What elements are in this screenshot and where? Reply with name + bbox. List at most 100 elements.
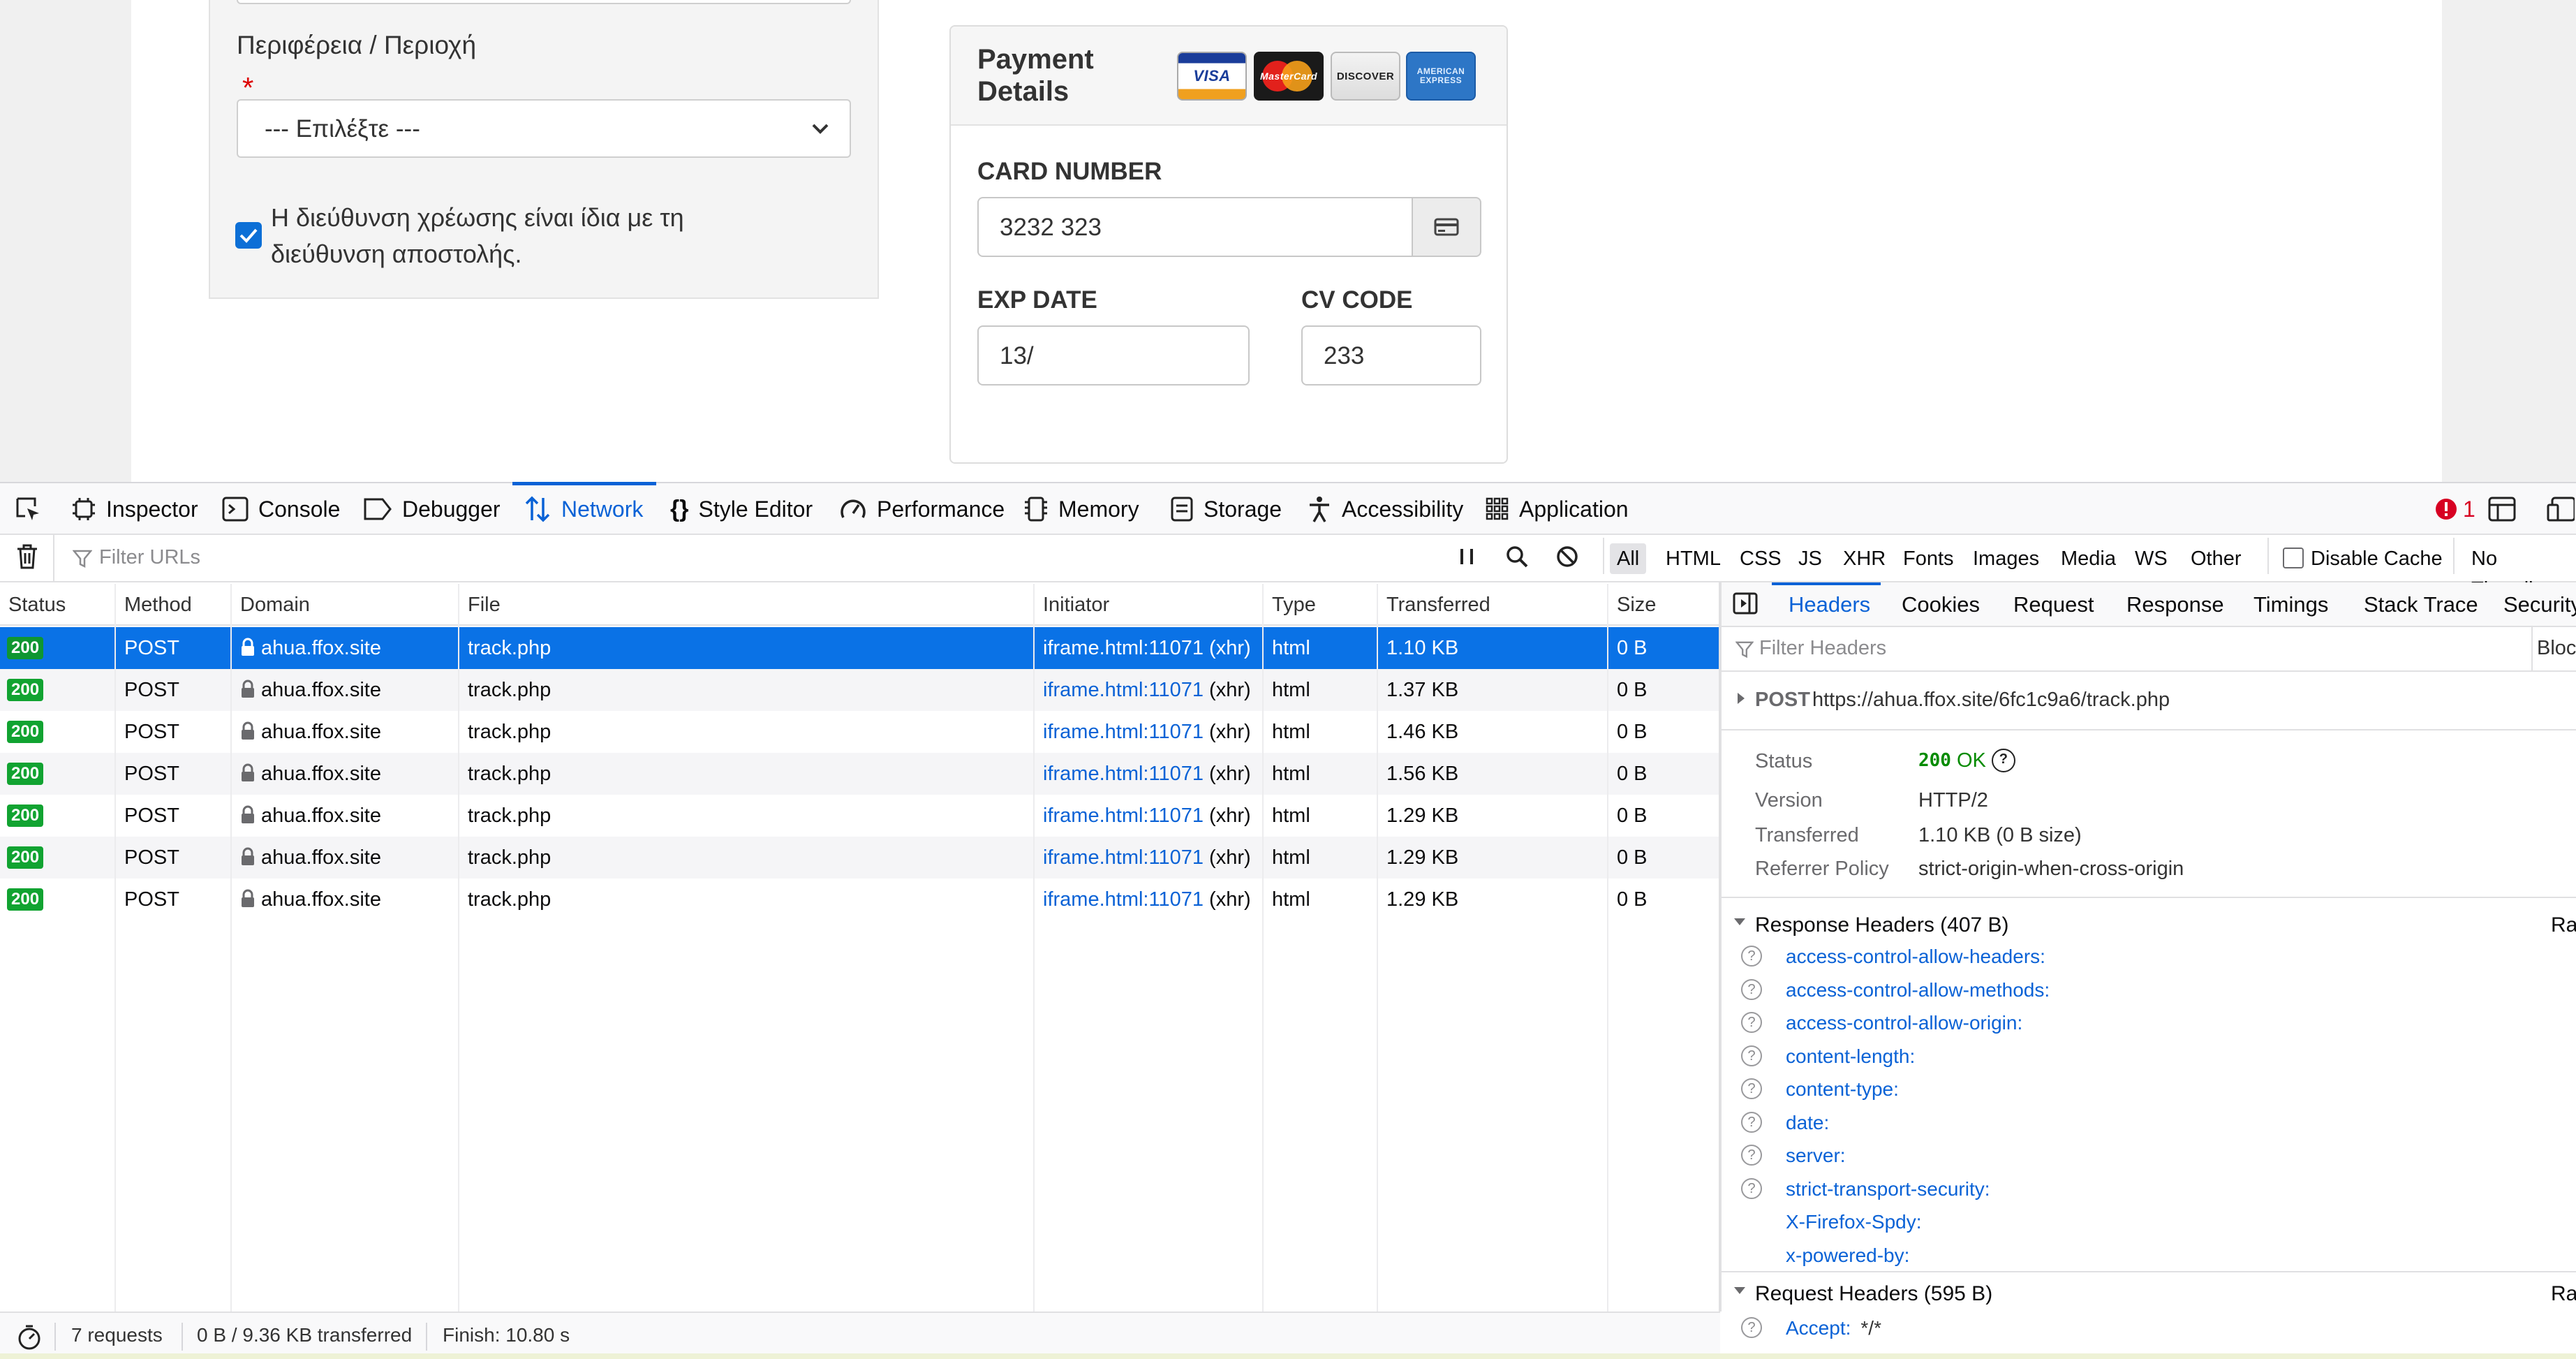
tab-performance[interactable]: Performance [839, 483, 1005, 535]
tab-console[interactable]: Console [222, 483, 340, 535]
col-file[interactable]: File [468, 594, 501, 617]
request-row[interactable]: 200 POST ahua.ffox.site track.php iframe.htm… [0, 837, 1720, 879]
tab-memory[interactable]: Memory [1023, 483, 1139, 535]
filter-type-media[interactable]: Media [2054, 543, 2123, 574]
response-header-row[interactable]: ? access-control-allow-methods: [1722, 975, 2576, 1007]
header-help-icon[interactable]: ? [1741, 1145, 1762, 1166]
col-domain[interactable]: Domain [240, 594, 310, 617]
filter-type-xhr[interactable]: XHR [1836, 543, 1893, 574]
response-header-row[interactable]: x-powered-by: [1722, 1240, 2576, 1272]
response-headers-section-toggle[interactable]: Response Headers (407 B) Rav [1730, 908, 2576, 943]
exp-date-input[interactable]: 13/ [977, 325, 1250, 385]
pause-button[interactable] [1456, 545, 1477, 572]
column-divider[interactable] [1607, 584, 1608, 1312]
error-counter[interactable]: 1 [2435, 483, 2475, 535]
request-row[interactable]: 200 POST ahua.ffox.site track.php iframe.htm… [0, 795, 1720, 837]
card-number-input[interactable]: 3232 323 [977, 197, 1413, 257]
previous-input-field[interactable] [237, 0, 851, 4]
filter-headers-input[interactable]: Filter Headers Block [1722, 627, 2576, 672]
initiator-cell[interactable]: iframe.html:11071 (xhr) [1043, 805, 1251, 828]
details-tab-timings[interactable]: Timings [2253, 592, 2328, 617]
search-button[interactable] [1505, 545, 1529, 572]
tab-style-editor[interactable]: {} Style Editor [670, 483, 813, 535]
header-help-icon[interactable]: ? [1741, 1317, 1762, 1338]
cv-code-input[interactable]: 233 [1301, 325, 1481, 385]
details-tab-cookies[interactable]: Cookies [1902, 592, 1980, 617]
details-tab-stack-trace[interactable]: Stack Trace [2364, 592, 2478, 617]
response-header-row[interactable]: ? content-type: [1722, 1074, 2576, 1106]
response-header-row[interactable]: ? access-control-allow-headers: [1722, 941, 2576, 974]
details-tab-headers[interactable]: Headers [1789, 592, 1870, 617]
response-header-row[interactable]: ? strict-transport-security: [1722, 1174, 2576, 1206]
column-divider[interactable] [230, 584, 232, 1312]
details-tab-security[interactable]: Security [2503, 592, 2576, 617]
header-help-icon[interactable]: ? [1741, 978, 1762, 1000]
status-help-icon[interactable]: ? [1991, 749, 2015, 772]
block-requests-button[interactable] [1555, 545, 1579, 572]
initiator-cell[interactable]: iframe.html:11071 (xhr) [1043, 679, 1251, 702]
header-help-icon[interactable]: ? [1741, 1045, 1762, 1066]
response-header-row[interactable]: ? content-length: [1722, 1041, 2576, 1073]
col-method[interactable]: Method [124, 594, 192, 617]
initiator-cell[interactable]: iframe.html:11071 (xhr) [1043, 637, 1251, 660]
filter-type-js[interactable]: JS [1791, 543, 1829, 574]
column-divider[interactable] [1377, 584, 1378, 1312]
stopwatch-icon[interactable] [17, 1324, 42, 1351]
tab-storage[interactable]: Storage [1170, 483, 1282, 535]
column-divider[interactable] [114, 584, 116, 1312]
filter-type-other[interactable]: Other [2184, 543, 2249, 574]
column-divider[interactable] [458, 584, 459, 1312]
response-header-row[interactable]: ? date: [1722, 1108, 2576, 1140]
clear-requests-button[interactable] [15, 543, 39, 573]
request-line-toggle[interactable] [1735, 691, 1747, 709]
raw-toggle[interactable]: Rav [2551, 913, 2576, 937]
response-header-row[interactable]: ? access-control-allow-origin: [1722, 1008, 2576, 1040]
filter-type-ws[interactable]: WS [2128, 543, 2175, 574]
header-help-icon[interactable]: ? [1741, 946, 1762, 967]
details-tab-response[interactable]: Response [2126, 592, 2224, 617]
billing-same-label[interactable]: Η διεύθυνση χρέωσης είναι ίδια με τη διε… [271, 200, 801, 272]
header-help-icon[interactable]: ? [1741, 1111, 1762, 1133]
request-row[interactable]: 200 POST ahua.ffox.site track.php iframe.htm… [0, 753, 1720, 795]
filter-type-all[interactable]: All [1610, 543, 1647, 574]
dock-options-button[interactable] [2488, 483, 2516, 535]
response-header-row[interactable]: ? server: [1722, 1140, 2576, 1173]
response-header-row[interactable]: X-Firefox-Spdy: [1722, 1207, 2576, 1239]
tab-inspector[interactable]: Inspector [71, 483, 198, 535]
request-row[interactable]: 200 POST ahua.ffox.site track.php iframe.htm… [0, 627, 1720, 669]
tab-accessibility[interactable]: Accessibility [1307, 483, 1463, 535]
initiator-cell[interactable]: iframe.html:11071 (xhr) [1043, 721, 1251, 744]
raw-toggle[interactable]: Rav [2551, 1282, 2576, 1306]
request-row[interactable]: 200 POST ahua.ffox.site track.php iframe.htm… [0, 879, 1720, 920]
tab-application[interactable]: Application [1486, 483, 1629, 535]
element-picker-button[interactable] [14, 483, 42, 535]
initiator-cell[interactable]: iframe.html:11071 (xhr) [1043, 763, 1251, 786]
header-help-icon[interactable]: ? [1741, 1177, 1762, 1199]
request-row[interactable]: 200 POST ahua.ffox.site track.php iframe.htm… [0, 669, 1720, 711]
request-headers-section-toggle[interactable]: Request Headers (595 B) Rav [1730, 1277, 2576, 1312]
details-tab-request[interactable]: Request [2013, 592, 2094, 617]
col-size[interactable]: Size [1617, 594, 1656, 617]
tab-network[interactable]: Network [524, 483, 643, 535]
col-type[interactable]: Type [1272, 594, 1316, 617]
header-help-icon[interactable]: ? [1741, 1078, 1762, 1099]
filter-type-images[interactable]: Images [1966, 543, 2046, 574]
filter-type-css[interactable]: CSS [1733, 543, 1789, 574]
request-line-url[interactable]: https://ahua.ffox.site/6fc1c9a6/track.ph… [1812, 689, 2170, 712]
column-divider[interactable] [1033, 584, 1035, 1312]
initiator-cell[interactable]: iframe.html:11071 (xhr) [1043, 888, 1251, 911]
region-select[interactable]: --- Επιλέξτε --- [237, 99, 851, 158]
filter-type-fonts[interactable]: Fonts [1896, 543, 1961, 574]
request-header-row[interactable]: ? Accept: */* [1722, 1314, 2576, 1346]
header-help-icon[interactable]: ? [1741, 1012, 1762, 1033]
column-divider[interactable] [1262, 584, 1264, 1312]
request-row[interactable]: 200 POST ahua.ffox.site track.php iframe.htm… [0, 711, 1720, 753]
billing-same-checkbox[interactable] [235, 222, 262, 249]
filter-type-html[interactable]: HTML [1659, 543, 1728, 574]
filter-urls-input[interactable]: Filter URLs [53, 535, 1449, 582]
col-transferred[interactable]: Transferred [1386, 594, 1490, 617]
toggle-sidebar-button[interactable] [1733, 592, 1758, 618]
block-button[interactable]: Block [2537, 637, 2576, 660]
throttling-select[interactable]: No Throttlin [2464, 543, 2576, 601]
disable-cache-checkbox[interactable] [2283, 548, 2304, 568]
